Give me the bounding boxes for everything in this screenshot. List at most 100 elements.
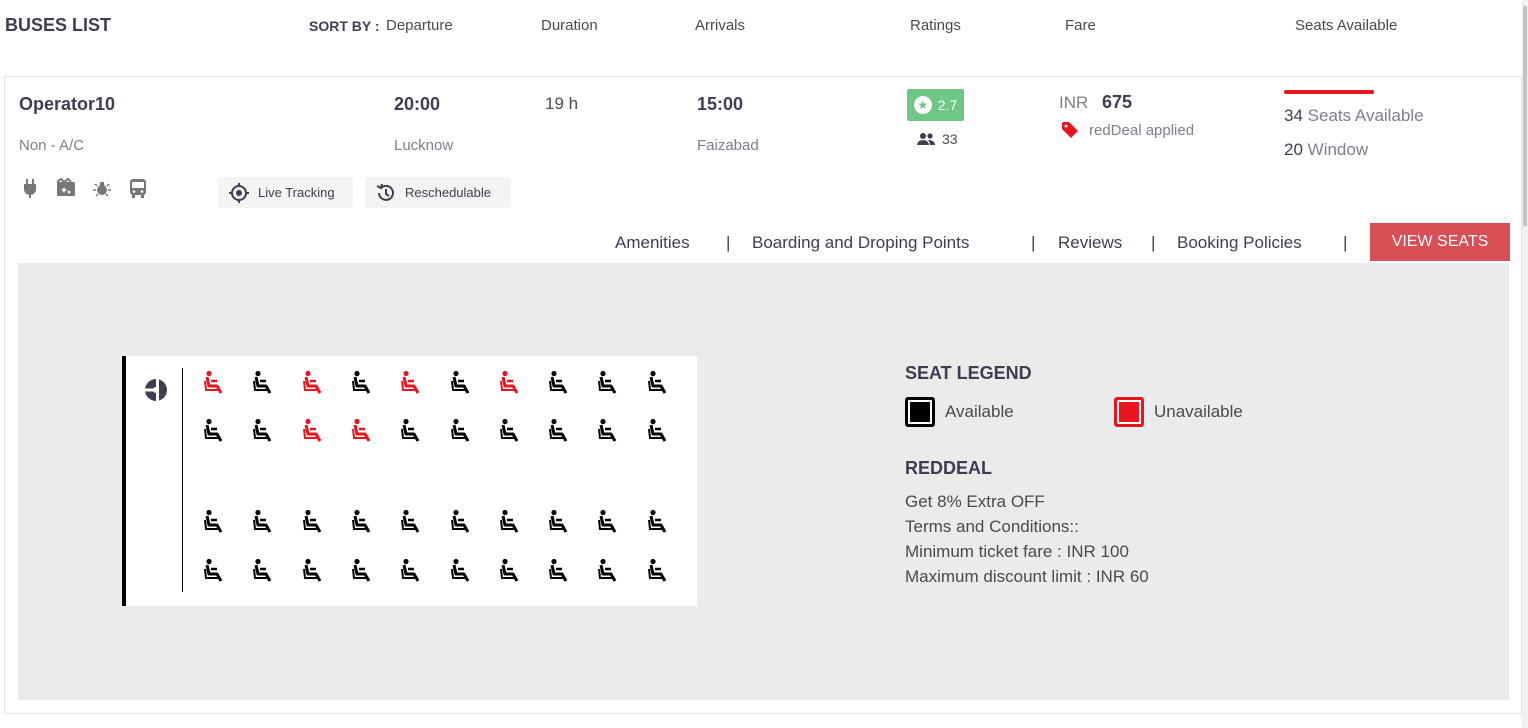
reddeal-applied: redDeal applied — [1061, 121, 1194, 139]
scrollbar-thumb[interactable] — [1523, 6, 1527, 226]
seat-unavailable — [301, 418, 327, 444]
seat-available[interactable] — [449, 370, 475, 396]
seat-available[interactable] — [547, 558, 573, 584]
seat-available[interactable] — [596, 558, 622, 584]
arrival-time: 15:00 — [697, 94, 744, 114]
reddeal-line: Get 8% Extra OFF — [905, 492, 1045, 511]
seat-available[interactable] — [547, 418, 573, 444]
seat-available[interactable] — [498, 418, 524, 444]
sort-duration[interactable]: Duration — [541, 17, 598, 34]
seat-available[interactable] — [202, 418, 228, 444]
seat-available[interactable] — [646, 418, 672, 444]
seat-available[interactable] — [596, 509, 622, 535]
live-tracking-label: Live Tracking — [258, 185, 335, 200]
seats-available: 34 Seats Available — [1284, 106, 1424, 126]
review-count: 33 — [916, 131, 958, 147]
sort-ratings[interactable]: Ratings — [910, 17, 961, 34]
seat-unavailable — [202, 370, 228, 396]
seat-available[interactable] — [350, 509, 376, 535]
seat-available[interactable] — [350, 558, 376, 584]
tab-separator: | — [1031, 233, 1036, 252]
reading-light-icon[interactable] — [91, 177, 113, 199]
seat-available[interactable] — [498, 509, 524, 535]
legend-unavailable: Unavailable — [1114, 397, 1243, 427]
reddeal-line: Minimum ticket fare : INR 100 — [905, 542, 1129, 561]
movie-icon[interactable] — [55, 177, 77, 199]
seat-available[interactable] — [301, 509, 327, 535]
operator-name: Operator10 — [19, 94, 116, 114]
seat-available[interactable] — [547, 509, 573, 535]
seat-available[interactable] — [202, 509, 228, 535]
sort-seats-available[interactable]: Seats Available — [1295, 17, 1397, 34]
seat-available[interactable] — [350, 370, 376, 396]
departure-city: Lucknow — [394, 137, 454, 154]
plug-icon[interactable] — [19, 177, 41, 199]
tab-booking-policies[interactable]: Booking Policies — [1177, 233, 1302, 253]
arrival-city: Faizabad — [697, 137, 759, 154]
driver-divider — [182, 368, 183, 592]
live-tracking-chip[interactable]: Live Tracking — [218, 177, 353, 208]
seat-available[interactable] — [646, 370, 672, 396]
legend-available-label: Available — [945, 402, 1014, 421]
vertical-scrollbar[interactable] — [1522, 0, 1528, 728]
window-count: 20 — [1284, 140, 1303, 159]
tab-separator: | — [1343, 233, 1348, 252]
seat-unavailable — [350, 418, 376, 444]
bus-type: Non - A/C — [19, 137, 85, 154]
sort-departure[interactable]: Departure — [386, 17, 453, 34]
seat-layout — [122, 356, 697, 606]
seat-available[interactable] — [301, 558, 327, 584]
amenity-icons — [19, 177, 149, 199]
seat-available[interactable] — [449, 418, 475, 444]
reddeal-applied-label: redDeal applied — [1089, 121, 1195, 139]
seat-available[interactable] — [646, 558, 672, 584]
duration: 19 h — [545, 94, 579, 113]
reddeal-line: Maximum discount limit : INR 60 — [905, 567, 1149, 586]
seat-available[interactable] — [399, 509, 425, 535]
star-icon: ★ — [913, 96, 932, 114]
window-label: Window — [1307, 140, 1369, 159]
view-seats-button[interactable]: VIEW SEATS — [1370, 223, 1510, 261]
seat-selection-panel: SEAT LEGEND Available Unavailable REDDEA… — [18, 263, 1509, 700]
seat-available[interactable] — [251, 558, 277, 584]
steering-wheel-icon — [144, 378, 167, 402]
bus-icon[interactable] — [127, 177, 149, 199]
seat-available[interactable] — [399, 418, 425, 444]
seat-available[interactable] — [202, 558, 228, 584]
fare-currency: INR — [1059, 93, 1089, 112]
reschedulable-chip[interactable]: Reschedulable — [365, 177, 511, 208]
seat-available[interactable] — [449, 509, 475, 535]
seat-available[interactable] — [399, 558, 425, 584]
seats-count: 34 — [1284, 106, 1303, 125]
seat-available[interactable] — [596, 370, 622, 396]
history-icon — [376, 183, 394, 201]
sort-arrivals[interactable]: Arrivals — [695, 17, 745, 34]
tab-amenities[interactable]: Amenities — [615, 233, 690, 253]
tab-reviews[interactable]: Reviews — [1058, 233, 1122, 253]
seat-available[interactable] — [251, 418, 277, 444]
seat-available[interactable] — [547, 370, 573, 396]
people-icon — [917, 133, 935, 145]
reschedulable-label: Reschedulable — [405, 185, 492, 200]
seats-label: Seats Available — [1307, 106, 1424, 125]
seat-available[interactable] — [251, 370, 277, 396]
tab-boarding-points[interactable]: Boarding and Droping Points — [752, 233, 969, 253]
window-seats: 20 Window — [1284, 140, 1368, 160]
review-count-value: 33 — [942, 131, 958, 147]
crosshair-icon — [229, 182, 249, 203]
seat-available[interactable] — [498, 558, 524, 584]
page-title: BUSES LIST — [5, 15, 112, 35]
seat-unavailable — [399, 370, 425, 396]
list-header: BUSES LIST SORT BY : Departure Duration … — [0, 0, 1528, 50]
seat-available[interactable] — [596, 418, 622, 444]
tag-icon — [1062, 122, 1078, 138]
seat-available[interactable] — [251, 509, 277, 535]
seat-available[interactable] — [449, 558, 475, 584]
tab-separator: | — [726, 233, 731, 252]
legend-unavailable-label: Unavailable — [1154, 402, 1243, 421]
rating-value: 2.7 — [937, 97, 958, 113]
reddeal-title: REDDEAL — [905, 458, 993, 478]
reddeal-line: Terms and Conditions:: — [905, 517, 1079, 536]
seat-available[interactable] — [646, 509, 672, 535]
sort-fare[interactable]: Fare — [1065, 17, 1096, 34]
